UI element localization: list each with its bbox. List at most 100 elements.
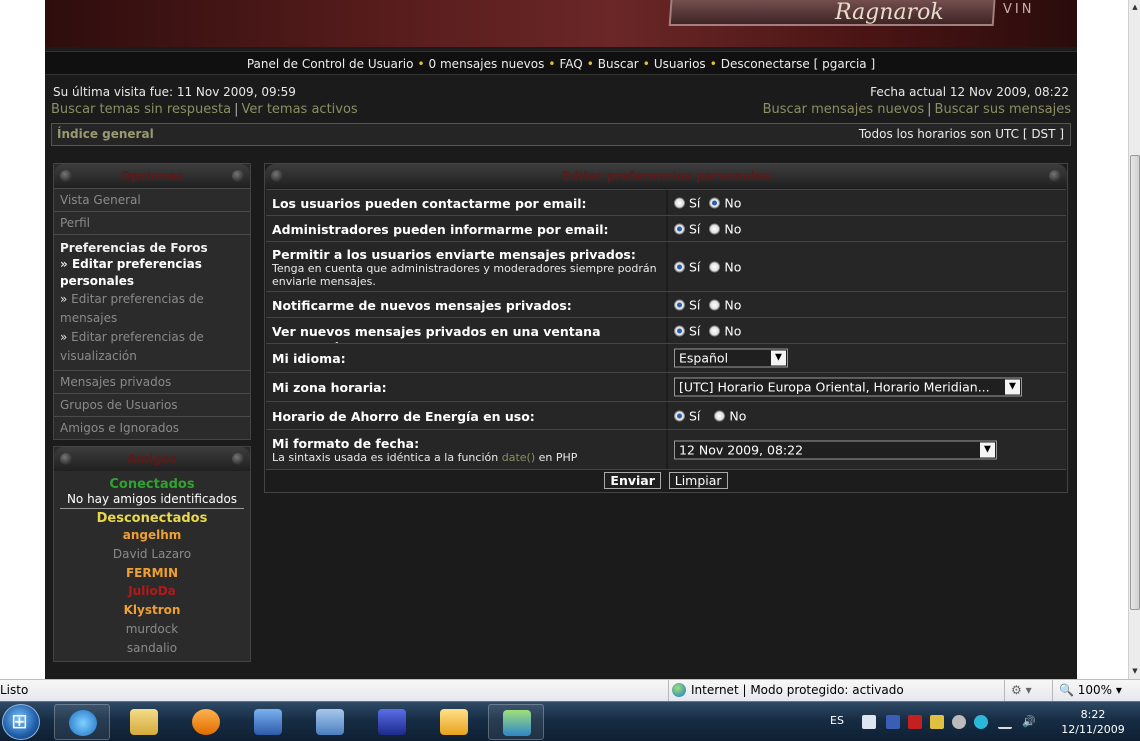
nav-logout-link[interactable]: Desconectarse [ pgarcia ] [721, 57, 875, 71]
taskbar-network-computers[interactable] [302, 704, 358, 740]
friend-link[interactable]: JulioDa [54, 582, 250, 601]
taskbar-internet-explorer[interactable] [54, 704, 110, 740]
radio-yes-label: Sí [688, 297, 701, 312]
tray-app-icon[interactable] [886, 715, 900, 729]
tab-private-messages[interactable]: Mensajes privados [54, 370, 250, 393]
browser-viewport: Ragnarok VIN Panel de Control de Usuario… [0, 0, 1128, 679]
pref-label: Los usuarios pueden contactarme por emai… [266, 190, 666, 215]
flag-icon[interactable] [862, 715, 876, 729]
forum-banner: Ragnarok VIN [45, 0, 1077, 47]
nav-new-messages-link[interactable]: 0 mensajes nuevos [429, 57, 545, 71]
radio-group: Sí No [674, 323, 741, 338]
radio-yes[interactable] [674, 299, 685, 310]
language-select[interactable]: Español ▼ [674, 348, 788, 368]
chevron-down-icon[interactable]: ▼ [771, 350, 786, 366]
radio-no[interactable] [709, 325, 721, 336]
preferences-form: Editar preferencias personales Los usuar… [264, 163, 1068, 493]
unanswered-topics-link[interactable]: Buscar temas sin respuesta [51, 102, 231, 117]
last-visit-text: Su última visita fue: 11 Nov 2009, 09:59 [53, 85, 296, 99]
taskbar-network-globe[interactable] [240, 704, 296, 740]
radio-yes[interactable] [674, 223, 685, 234]
nav-ucp-link[interactable]: Panel de Control de Usuario [247, 57, 414, 71]
wand-icon[interactable] [930, 715, 944, 729]
protected-mode-icon[interactable]: ⚙ ▾ [1004, 680, 1052, 701]
divider [60, 508, 244, 509]
security-zone[interactable]: Internet | Modo protegido: activado [668, 680, 904, 701]
network-computers-icon [316, 709, 344, 735]
zoom-control[interactable]: 🔍 100% ▾ [1052, 680, 1122, 701]
chevron-down-icon[interactable]: ▼ [980, 442, 995, 457]
globe-icon [672, 683, 686, 697]
volume-icon[interactable]: 🔊 [1022, 715, 1036, 729]
nav-members-link[interactable]: Usuarios [654, 57, 706, 71]
taskbar-shield-app[interactable] [364, 704, 420, 740]
dateformat-select[interactable]: 12 Nov 2009, 08:22 ▼ [674, 440, 997, 459]
tab-overview[interactable]: Vista General [54, 188, 250, 211]
breadcrumb-home-link[interactable]: Índice general [57, 124, 154, 145]
submenu-edit-post-prefs[interactable]: » Editar preferencias de mensajes [54, 290, 250, 328]
banner-image [668, 0, 997, 26]
php-date-link[interactable]: date() [502, 451, 535, 464]
friend-link[interactable]: murdock [54, 620, 250, 639]
taskbar-outlook-express[interactable] [426, 704, 482, 740]
tab-friends-foes[interactable]: Amigos e Ignorados [54, 416, 250, 439]
new-posts-link[interactable]: Buscar mensajes nuevos [763, 102, 925, 117]
pref-value: Español ▼ [668, 344, 1066, 372]
radio-no[interactable] [709, 261, 721, 272]
scroll-down-icon[interactable]: ▼ [1129, 664, 1140, 678]
radio-no[interactable] [709, 197, 721, 208]
radio-no[interactable] [709, 299, 721, 310]
radio-yes[interactable] [674, 325, 685, 336]
submenu-edit-display-prefs[interactable]: » Editar preferencias de visualización [54, 328, 250, 366]
submenu-edit-personal-prefs[interactable]: » Editar preferencias personales [54, 256, 250, 290]
top-navigation: Panel de Control de Usuario • 0 mensajes n… [45, 51, 1077, 75]
active-topics-link[interactable]: Ver temas activos [241, 102, 357, 117]
scroll-thumb[interactable] [1130, 155, 1140, 610]
nav-faq-link[interactable]: FAQ [559, 57, 582, 71]
taskbar-msn-messenger[interactable] [488, 704, 544, 740]
pref-row-dateformat: Mi formato de fecha: La sintaxis usada e… [266, 429, 1066, 469]
radio-no[interactable] [709, 223, 721, 234]
shield-icon [378, 709, 406, 735]
antivirus-icon[interactable] [908, 715, 922, 729]
status-text: Listo [0, 683, 29, 697]
panel-corner-knob [60, 453, 72, 465]
network-signal-icon[interactable] [998, 715, 1012, 729]
submenu-marker: » [60, 257, 68, 271]
reset-button[interactable]: Limpiar [668, 472, 728, 489]
your-posts-link[interactable]: Buscar sus mensajes [935, 102, 1071, 117]
friend-link[interactable]: sandalio [54, 639, 250, 658]
gear-icon[interactable] [952, 715, 966, 729]
tab-user-groups[interactable]: Grupos de Usuarios [54, 393, 250, 416]
radio-yes[interactable] [674, 410, 685, 421]
sync-icon[interactable] [974, 715, 988, 729]
radio-yes[interactable] [674, 197, 685, 208]
radio-no[interactable] [714, 410, 726, 421]
zoom-icon: 🔍 [1059, 683, 1074, 697]
friend-link[interactable]: FERMIN [54, 564, 250, 583]
chevron-down-icon[interactable]: ▼ [1005, 379, 1020, 395]
form-buttons: Enviar Limpiar [266, 469, 1066, 492]
radio-yes[interactable] [674, 261, 685, 272]
pref-label: Mi zona horaria: [266, 373, 666, 401]
pref-note: Tenga en cuenta que administradores y mo… [272, 262, 657, 288]
radio-group: Sí No [674, 297, 741, 312]
tab-profile[interactable]: Perfil [54, 211, 250, 234]
language-indicator[interactable]: ES [830, 714, 844, 727]
scroll-up-icon[interactable]: ▲ [1129, 0, 1140, 14]
friend-link[interactable]: angelhm [54, 526, 250, 545]
start-button[interactable] [2, 704, 40, 740]
friend-link[interactable]: Klystron [54, 601, 250, 620]
radio-no-label: No [724, 221, 742, 236]
timezone-select[interactable]: [UTC] Horario Europa Oriental, Horario M… [674, 377, 1022, 397]
friend-link[interactable]: David Lazaro [54, 545, 250, 564]
taskbar-explorer-folder[interactable] [116, 704, 172, 740]
nav-search-link[interactable]: Buscar [598, 57, 639, 71]
submit-button[interactable]: Enviar [604, 472, 661, 489]
clock[interactable]: 8:22 12/11/2009 [1053, 707, 1133, 737]
tab-board-prefs-label[interactable]: Preferencias de Foros [54, 240, 250, 256]
taskbar-media-player[interactable] [178, 704, 234, 740]
banner-logo: Ragnarok [835, 0, 944, 25]
vertical-scrollbar[interactable]: ▲ ▼ [1128, 0, 1140, 679]
current-date-text: Fecha actual 12 Nov 2009, 08:22 [870, 85, 1069, 99]
